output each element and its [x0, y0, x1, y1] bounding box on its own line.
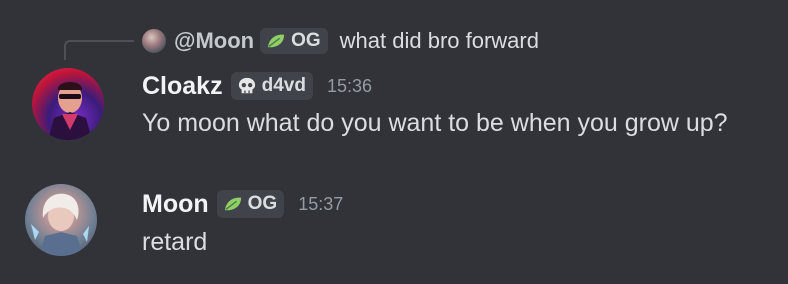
chat-messages: @Moon OG what did bro forward Cloakz d4v…	[0, 0, 788, 284]
avatar-moon[interactable]	[25, 184, 97, 256]
reply-text[interactable]: what did bro forward	[340, 28, 539, 54]
reply-author[interactable]: @Moon	[174, 28, 254, 54]
message-text-moon: retard	[142, 228, 208, 256]
reply-role-label: OG	[291, 30, 321, 51]
leaf-icon	[224, 197, 241, 211]
role-tag-d4vd[interactable]: d4vd	[230, 72, 313, 100]
skull-icon	[238, 77, 255, 94]
reply-reference[interactable]: @Moon OG what did bro forward	[142, 26, 539, 56]
reply-connector	[64, 40, 134, 60]
message-header-moon: Moon OG 15:37	[142, 186, 343, 222]
avatar-image	[48, 82, 92, 140]
username-moon[interactable]: Moon	[142, 190, 209, 219]
username-cloakz[interactable]: Cloakz	[142, 72, 223, 101]
role-tag-og[interactable]: OG	[216, 190, 285, 218]
role-label-og: OG	[247, 193, 278, 214]
message-header-cloakz: Cloakz d4vd 15:36	[142, 68, 372, 104]
avatar-image	[31, 193, 89, 256]
leaf-icon	[267, 34, 285, 48]
reply-avatar[interactable]	[142, 29, 166, 53]
avatar-cloakz[interactable]	[32, 68, 104, 140]
timestamp-moon[interactable]: 15:37	[298, 194, 343, 215]
timestamp-cloakz[interactable]: 15:36	[327, 76, 372, 97]
role-label-d4vd: d4vd	[261, 75, 306, 96]
message-text-cloakz: Yo moon what do you want to be when you …	[142, 109, 728, 137]
reply-role-tag[interactable]: OG	[260, 28, 328, 54]
